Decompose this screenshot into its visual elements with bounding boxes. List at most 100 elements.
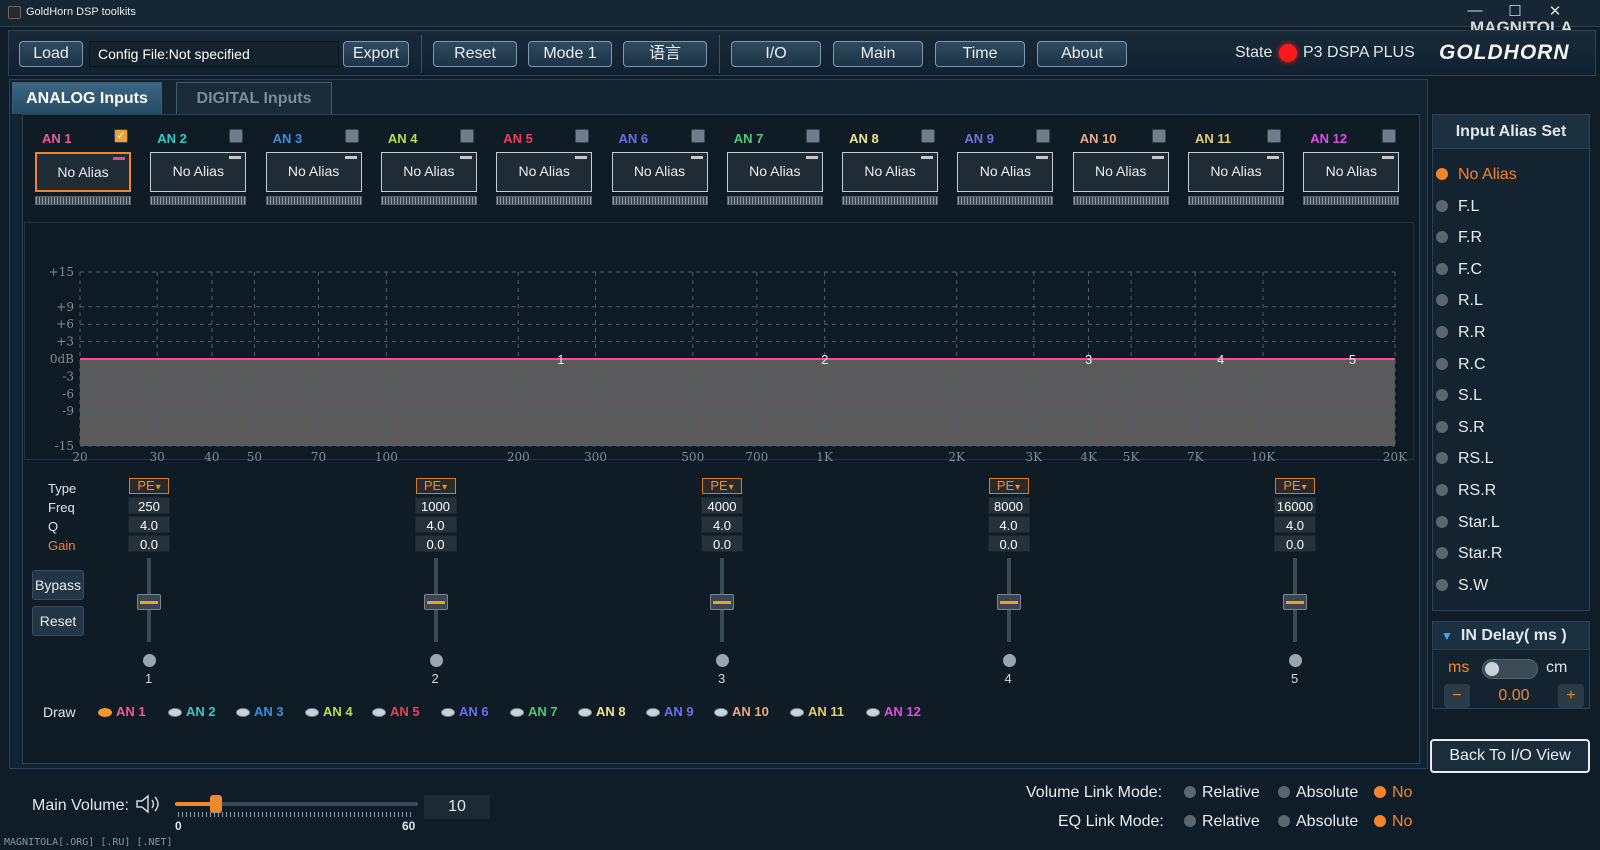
channel-alias-box[interactable]: No Alias	[842, 152, 939, 192]
freq-field[interactable]: 4000	[701, 497, 743, 514]
channel-checkbox[interactable]	[690, 129, 705, 143]
freq-field[interactable]: 16000	[1274, 497, 1316, 514]
draw-toggle[interactable]: AN 1	[98, 704, 146, 719]
gain-field[interactable]: 0.0	[987, 535, 1030, 552]
filter-type-dropdown[interactable]: PE	[988, 478, 1029, 494]
channel-alias-box[interactable]: No Alias	[380, 152, 477, 192]
alias-option[interactable]: F.C	[1436, 261, 1482, 279]
alias-option[interactable]: Star.R	[1436, 545, 1502, 563]
gain-field[interactable]: 0.0	[414, 535, 457, 552]
channel-checkbox[interactable]	[229, 129, 244, 143]
channel-checkbox[interactable]: ✓	[114, 129, 128, 143]
alias-option[interactable]: R.C	[1436, 356, 1486, 374]
gain-slider-handle[interactable]	[710, 594, 734, 610]
time-button[interactable]: Time	[935, 41, 1025, 67]
channel-checkbox[interactable]	[1036, 129, 1051, 143]
about-button[interactable]: About	[1037, 41, 1127, 67]
channel-alias-box[interactable]: No Alias	[957, 152, 1054, 192]
band-marker[interactable]: 4	[1217, 352, 1224, 367]
tab-analog-inputs[interactable]: ANALOG Inputs	[12, 82, 162, 114]
channel-checkbox[interactable]	[344, 129, 359, 143]
freq-field[interactable]: 250	[128, 497, 170, 514]
link-mode-option[interactable]: Absolute	[1278, 784, 1358, 802]
q-field[interactable]: 4.0	[701, 516, 743, 533]
io-button[interactable]: I/O	[731, 41, 821, 67]
delay-unit-toggle[interactable]	[1482, 659, 1538, 679]
band-enable-dot[interactable]	[1289, 654, 1302, 667]
band-marker[interactable]: 1	[557, 352, 564, 367]
filter-type-dropdown[interactable]: PE	[415, 478, 456, 494]
filter-type-dropdown[interactable]: PE	[702, 478, 742, 494]
alias-option[interactable]: F.R	[1436, 229, 1482, 247]
language-button[interactable]: 语言	[623, 41, 707, 67]
draw-toggle[interactable]: AN 4	[305, 704, 353, 719]
alias-option[interactable]: R.R	[1436, 324, 1486, 342]
band-enable-dot[interactable]	[1002, 654, 1016, 667]
export-button[interactable]: Export	[343, 41, 409, 67]
channel-alias-box[interactable]: No Alias	[611, 152, 708, 192]
main-button[interactable]: Main	[833, 41, 923, 67]
band-marker[interactable]: 5	[1349, 352, 1356, 367]
link-mode-option[interactable]: Relative	[1184, 813, 1260, 831]
alias-option[interactable]: F.L	[1436, 198, 1479, 216]
draw-toggle[interactable]: AN 11	[790, 704, 844, 719]
channel-checkbox[interactable]	[575, 129, 590, 143]
draw-toggle[interactable]: AN 3	[236, 704, 284, 719]
freq-field[interactable]: 1000	[414, 497, 457, 514]
load-button[interactable]: Load	[19, 41, 83, 67]
minimize-icon[interactable]: —	[1460, 2, 1490, 19]
eq-reset-button[interactable]: Reset	[32, 606, 84, 636]
draw-toggle[interactable]: AN 5	[372, 704, 420, 719]
channel-alias-box[interactable]: No Alias	[1188, 152, 1284, 192]
channel-checkbox[interactable]	[459, 129, 474, 143]
alias-option[interactable]: S.L	[1436, 387, 1482, 405]
draw-toggle[interactable]: AN 8	[578, 704, 626, 719]
delay-increase-button[interactable]: +	[1558, 684, 1584, 708]
freq-field[interactable]: 8000	[987, 497, 1030, 514]
alias-option[interactable]: R.L	[1436, 292, 1483, 310]
delay-decrease-button[interactable]: −	[1444, 684, 1470, 708]
filter-type-dropdown[interactable]: PE	[129, 478, 169, 494]
channel-alias-box[interactable]: No Alias	[150, 152, 247, 192]
delay-value[interactable]: 0.00	[1474, 684, 1554, 708]
volume-value[interactable]: 10	[424, 795, 490, 819]
channel-alias-box[interactable]: No Alias	[265, 152, 362, 192]
link-mode-option[interactable]: No	[1374, 784, 1412, 802]
band-enable-dot[interactable]	[143, 654, 156, 667]
q-field[interactable]: 4.0	[1274, 516, 1316, 533]
gain-field[interactable]: 0.0	[701, 535, 743, 552]
gain-slider-handle[interactable]	[996, 594, 1021, 610]
reset-button[interactable]: Reset	[433, 41, 517, 67]
band-enable-dot[interactable]	[429, 654, 443, 667]
alias-option[interactable]: S.R	[1436, 419, 1485, 437]
draw-toggle[interactable]: AN 6	[441, 704, 489, 719]
eq-response-graph[interactable]: +15 +9 +6 +3 0dB -3 -6 -9 -1520 30 40 50 70 100 200 300…	[40, 262, 1410, 472]
mode-button[interactable]: Mode 1	[528, 41, 612, 67]
filter-type-dropdown[interactable]: PE	[1275, 478, 1315, 494]
volume-slider-handle[interactable]	[209, 795, 222, 813]
back-to-io-view-button[interactable]: Back To I/O View	[1430, 739, 1590, 773]
channel-alias-box[interactable]: No Alias	[1303, 152, 1400, 192]
channel-alias-box[interactable]: No Alias	[35, 152, 131, 192]
draw-toggle[interactable]: AN 10	[714, 704, 769, 719]
q-field[interactable]: 4.0	[128, 516, 170, 533]
alias-option[interactable]: No Alias	[1436, 166, 1517, 184]
alias-option[interactable]: RS.R	[1436, 482, 1496, 500]
channel-checkbox[interactable]	[805, 129, 820, 143]
close-icon[interactable]: ✕	[1540, 2, 1570, 20]
draw-toggle[interactable]: AN 9	[646, 704, 694, 719]
q-field[interactable]: 4.0	[987, 516, 1030, 533]
alias-option[interactable]: RS.L	[1436, 450, 1494, 468]
gain-field[interactable]: 0.0	[128, 535, 170, 552]
band-marker[interactable]: 3	[1085, 352, 1092, 367]
channel-checkbox[interactable]	[1151, 129, 1166, 143]
band-marker[interactable]: 2	[821, 352, 828, 367]
channel-alias-box[interactable]: No Alias	[1072, 152, 1169, 192]
channel-alias-box[interactable]: No Alias	[496, 152, 593, 192]
draw-toggle[interactable]: AN 12	[866, 704, 921, 719]
channel-checkbox[interactable]	[1382, 129, 1397, 143]
channel-alias-box[interactable]: No Alias	[726, 152, 823, 192]
alias-option[interactable]: S.W	[1436, 577, 1488, 595]
channel-checkbox[interactable]	[921, 129, 936, 143]
collapse-arrow-icon[interactable]: ▼	[1441, 629, 1453, 643]
